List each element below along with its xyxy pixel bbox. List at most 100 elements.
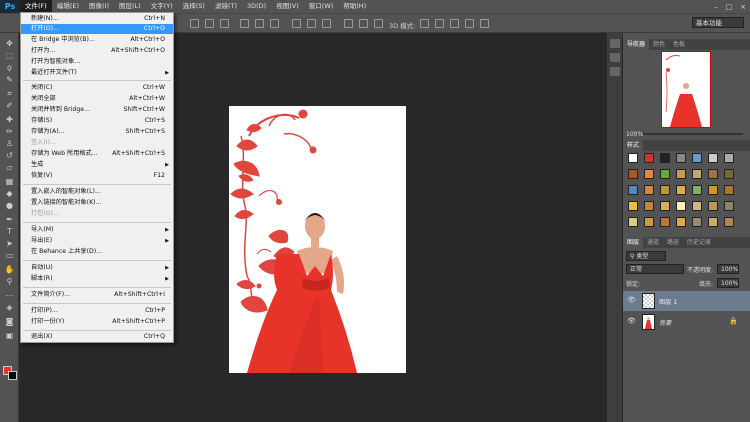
style-swatch[interactable] [708, 217, 718, 227]
menu-item-recent-files[interactable]: 最近打开文件(T) ▶ [21, 68, 173, 78]
healing-brush-tool-icon[interactable]: ✚ [4, 115, 15, 124]
distribute-middle-icon[interactable] [307, 19, 316, 28]
style-swatch[interactable] [724, 185, 734, 195]
menu-item-save-for-web[interactable]: 存储为 Web 所用格式... Alt+Shift+Ctrl+S [21, 149, 173, 159]
menu-item-scripts[interactable]: 脚本(R) ▶ [21, 274, 173, 284]
style-swatch[interactable] [724, 153, 734, 163]
style-swatch[interactable] [660, 153, 670, 163]
brush-tool-icon[interactable]: ✏ [4, 127, 15, 136]
menu-item-generate[interactable]: 生成 ▶ [21, 160, 173, 170]
align-top-icon[interactable] [190, 19, 199, 28]
tab-layers[interactable]: 图层 [623, 237, 644, 248]
menu-item-save-as[interactable]: 存储为(A)... Shift+Ctrl+S [21, 127, 173, 137]
style-swatch[interactable] [644, 185, 654, 195]
style-swatch[interactable] [676, 169, 686, 179]
style-swatch[interactable] [708, 169, 718, 179]
distribute-left-icon[interactable] [344, 19, 353, 28]
screen-mode-icon[interactable]: ▣ [4, 331, 15, 340]
align-right-icon[interactable] [270, 19, 279, 28]
visibility-eye-icon[interactable]: 👁 [627, 296, 636, 304]
style-swatch[interactable] [628, 185, 638, 195]
style-swatch[interactable] [724, 169, 734, 179]
gradient-tool-icon[interactable]: ▦ [4, 177, 15, 186]
style-swatch[interactable] [692, 153, 702, 163]
style-swatch[interactable] [644, 153, 654, 163]
marquee-tool-icon[interactable]: ⬚ [4, 51, 15, 60]
menu-item-new[interactable]: 新建(N)... Ctrl+N [21, 14, 173, 24]
distribute-right-icon[interactable] [374, 19, 383, 28]
dodge-tool-icon[interactable]: ● [4, 201, 15, 210]
style-swatch[interactable] [708, 201, 718, 211]
move-tool-icon[interactable]: ✥ [4, 39, 15, 48]
menu-item-close[interactable]: 关闭(C) Ctrl+W [21, 83, 173, 93]
menu-window[interactable]: 窗口(W) [304, 0, 339, 13]
style-swatch[interactable] [708, 185, 718, 195]
style-swatch[interactable] [628, 201, 638, 211]
tab-channels[interactable]: 通道 [643, 237, 663, 248]
style-swatch[interactable] [724, 217, 734, 227]
style-swatch[interactable] [692, 185, 702, 195]
3d-pan-icon[interactable] [450, 19, 459, 28]
type-tool-icon[interactable]: T [4, 227, 15, 236]
menu-item-import[interactable]: 导入(M) ▶ [21, 225, 173, 235]
style-swatch[interactable] [676, 185, 686, 195]
menu-view[interactable]: 视图(V) [271, 0, 304, 13]
navigator-zoom-slider[interactable] [643, 133, 743, 135]
style-swatch[interactable] [708, 153, 718, 163]
style-swatch[interactable] [644, 217, 654, 227]
document-canvas[interactable] [229, 106, 406, 373]
hand-tool-icon[interactable]: ✋ [4, 265, 15, 274]
3d-tool-icon[interactable]: ◈ [4, 303, 15, 312]
3d-slide-icon[interactable] [465, 19, 474, 28]
blur-tool-icon[interactable]: ◆ [4, 189, 15, 198]
properties-panel-icon[interactable] [610, 53, 620, 62]
menu-item-place-linked[interactable]: 置入链接的智能对象(K)... [21, 198, 173, 208]
layer-name[interactable]: 背景 [659, 318, 671, 327]
menu-item-browse-bridge[interactable]: 在 Bridge 中浏览(B)... Alt+Ctrl+O [21, 35, 173, 45]
menu-item-open-as[interactable]: 打开为... Alt+Shift+Ctrl+O [21, 46, 173, 56]
crop-tool-icon[interactable]: ⌗ [4, 89, 15, 98]
align-left-icon[interactable] [240, 19, 249, 28]
layer-filter-select[interactable]: ⚲ 类型 [626, 251, 666, 261]
history-panel-icon[interactable] [610, 39, 620, 48]
tab-history[interactable]: 历史记录 [683, 237, 715, 248]
background-color-swatch[interactable] [8, 371, 17, 380]
history-brush-tool-icon[interactable]: ↺ [4, 151, 15, 160]
edit-toolbar-icon[interactable]: … [4, 289, 15, 298]
tab-swatches[interactable]: 色板 [669, 39, 689, 50]
style-swatch[interactable] [676, 201, 686, 211]
style-swatch[interactable] [628, 217, 638, 227]
style-swatch[interactable] [644, 169, 654, 179]
align-center-icon[interactable] [255, 19, 264, 28]
align-middle-icon[interactable] [205, 19, 214, 28]
style-swatch[interactable] [628, 153, 638, 163]
lasso-tool-icon[interactable]: ϙ [4, 63, 15, 72]
style-swatch[interactable] [692, 169, 702, 179]
style-swatch[interactable] [660, 201, 670, 211]
layer-row[interactable]: 👁 背景 🔒 [623, 312, 750, 332]
maximize-button[interactable]: □ [726, 3, 733, 11]
style-swatch[interactable] [692, 217, 702, 227]
menu-filter[interactable]: 滤镜(T) [210, 0, 242, 13]
eyedropper-tool-icon[interactable]: ✐ [4, 101, 15, 110]
3d-rotate-icon[interactable] [420, 19, 429, 28]
menu-item-save[interactable]: 存储(S) Ctrl+S [21, 116, 173, 126]
actions-panel-icon[interactable] [610, 67, 620, 76]
minimize-button[interactable]: – [714, 3, 718, 11]
menu-item-exit[interactable]: 退出(X) Ctrl+Q [21, 332, 173, 342]
navigator-thumbnail[interactable] [661, 51, 711, 128]
blend-mode-select[interactable]: 正常 [626, 264, 684, 274]
visibility-eye-icon[interactable]: 👁 [627, 317, 636, 325]
3d-roll-icon[interactable] [435, 19, 444, 28]
style-swatch[interactable] [676, 217, 686, 227]
style-swatch[interactable] [692, 201, 702, 211]
menu-item-revert[interactable]: 恢复(V) F12 [21, 171, 173, 181]
style-swatch[interactable] [644, 201, 654, 211]
quick-mask-icon[interactable]: ◙ [4, 317, 15, 326]
style-swatch[interactable] [660, 185, 670, 195]
layer-row[interactable]: 👁 图层 1 [623, 291, 750, 311]
layer-name[interactable]: 图层 1 [659, 297, 677, 306]
pen-tool-icon[interactable]: ✒ [4, 215, 15, 224]
menu-item-place-embedded[interactable]: 置入嵌入的智能对象(L)... [21, 187, 173, 197]
tab-color[interactable]: 颜色 [649, 39, 669, 50]
